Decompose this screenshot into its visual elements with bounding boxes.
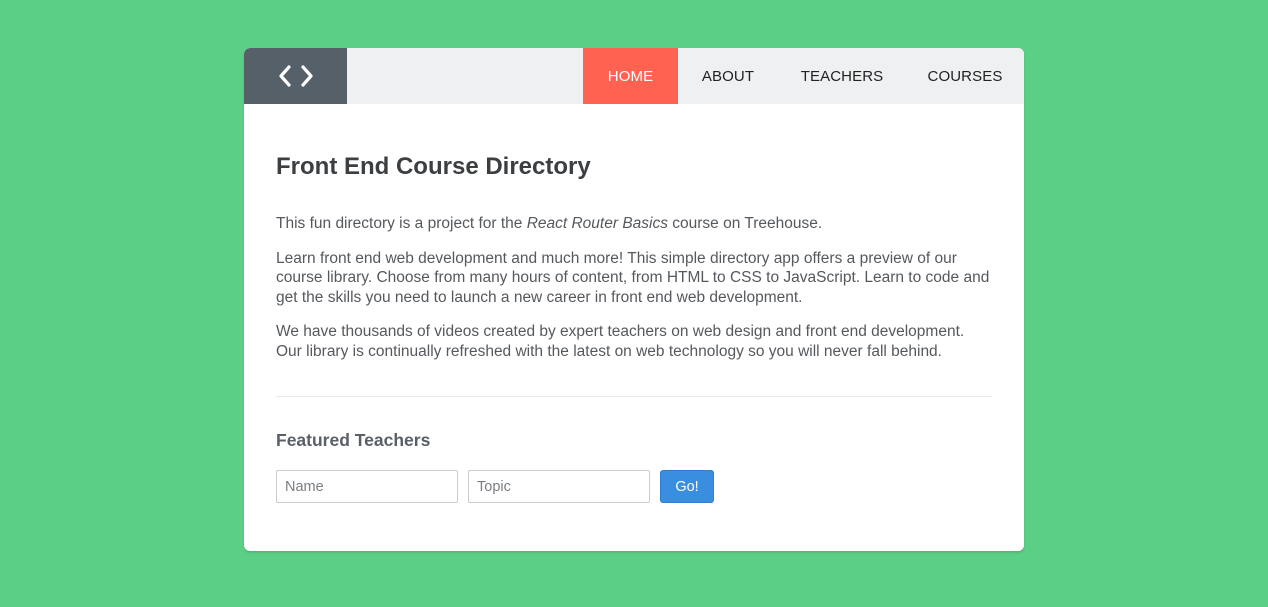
featured-teachers-title: Featured Teachers	[276, 430, 431, 450]
intro-prefix: This fun directory is a project for the	[276, 215, 527, 232]
header: HOME ABOUT TEACHERS COURSES	[244, 48, 1024, 104]
course-name: React Router Basics	[526, 215, 668, 232]
logo[interactable]	[244, 48, 347, 104]
description-paragraph: Learn front end web development and much…	[276, 249, 990, 306]
app-card: HOME ABOUT TEACHERS COURSES Front End Co…	[244, 48, 1024, 551]
nav-item-teachers[interactable]: TEACHERS	[778, 48, 906, 104]
intro-paragraph: This fun directory is a project for the …	[276, 214, 992, 234]
code-brackets-icon	[278, 65, 313, 87]
main-content: Front End Course Directory This fun dire…	[244, 104, 1024, 503]
nav-item-about[interactable]: ABOUT	[678, 48, 778, 104]
divider	[276, 396, 992, 397]
go-button[interactable]: Go!	[660, 470, 714, 503]
main-nav: HOME ABOUT TEACHERS COURSES	[583, 48, 1024, 104]
page-title: Front End Course Directory	[276, 153, 591, 180]
intro-suffix: course on Treehouse.	[667, 215, 823, 232]
topic-input[interactable]	[468, 470, 650, 503]
library-paragraph: We have thousands of videos created by e…	[276, 323, 965, 360]
teacher-search-form: Go!	[276, 470, 992, 503]
header-spacer	[347, 48, 583, 104]
name-input[interactable]	[276, 470, 458, 503]
nav-item-home[interactable]: HOME	[583, 48, 678, 104]
nav-item-courses[interactable]: COURSES	[906, 48, 1024, 104]
